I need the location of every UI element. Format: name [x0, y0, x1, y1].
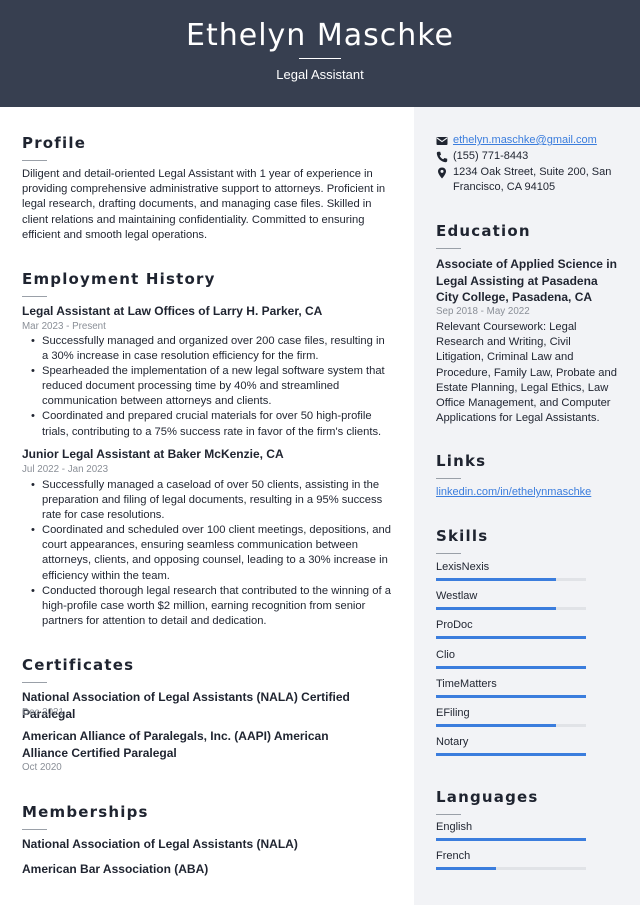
location-pin-icon	[438, 167, 446, 179]
candidate-job-title: Legal Assistant	[276, 67, 364, 82]
language-name: English	[436, 821, 473, 833]
profile-summary: Diligent and detail-oriented Legal Assis…	[22, 168, 386, 241]
linkedin-link[interactable]: linkedin.com/in/ethelynmaschke	[436, 486, 591, 498]
education-description: Relevant Coursework: Legal Research and …	[436, 321, 617, 425]
job-bullet: Coordinated and prepared crucial materia…	[31, 409, 392, 439]
job-dates: Jul 2022 - Jan 2023	[22, 464, 109, 475]
skill-name: LexisNexis	[436, 561, 490, 573]
job-bullet: Conducted thorough legal research that c…	[31, 584, 392, 629]
skill-level-bar-fill	[436, 724, 556, 727]
job-bullet: Successfully managed a caseload of over …	[31, 478, 392, 523]
employment-divider	[22, 296, 47, 297]
skill-level-bar-track	[436, 636, 586, 640]
profile-divider	[22, 160, 47, 161]
job-bullets: Successfully managed a caseload of over …	[31, 478, 392, 629]
resume-header: Ethelyn Maschke Legal Assistant	[0, 0, 640, 107]
skill-name: Notary	[436, 736, 469, 749]
language-name: French	[436, 850, 471, 863]
address: 1234 Oak Street, Suite 200, San Francisc…	[453, 166, 612, 193]
envelope-icon	[436, 137, 448, 145]
language-level-bar-track	[436, 867, 586, 871]
language-level-bar-fill	[436, 838, 586, 841]
languages-divider	[436, 814, 461, 815]
skill-level-bar-fill	[436, 753, 586, 757]
language-level-bar-track	[436, 838, 586, 841]
skill-level-bar-track	[436, 724, 586, 727]
membership-item: National Association of Legal Assistants…	[22, 837, 298, 851]
links-heading: Links	[436, 452, 487, 470]
certificate-title: National Association of Legal Assistants…	[22, 690, 350, 721]
language-level-bar-fill	[436, 867, 496, 871]
skill-level-bar-track	[436, 578, 586, 581]
profile-heading: Profile	[22, 134, 87, 152]
job-title: Junior Legal Assistant at Baker McKenzie…	[22, 447, 284, 461]
phone-number: (155) 771-8443	[453, 150, 529, 162]
education-dates: Sep 2018 - May 2022	[436, 306, 530, 317]
education-heading: Education	[436, 222, 531, 240]
certificate-date: Dec 2021	[22, 707, 64, 718]
job-dates: Mar 2023 - Present	[22, 321, 106, 332]
skill-name: TimeMatters	[436, 677, 497, 690]
certificate-date: Oct 2020	[22, 762, 62, 773]
skill-level-bar-fill	[436, 578, 556, 581]
phone-icon	[436, 151, 448, 163]
certificate-title: American Alliance of Paralegals, Inc. (A…	[22, 729, 329, 760]
email-link[interactable]: ethelyn.maschke@gmail.com	[453, 133, 623, 148]
links-divider	[436, 478, 461, 479]
education-degree: Associate of Applied Science in Legal As…	[436, 257, 617, 304]
skill-level-bar-track	[436, 665, 586, 669]
skill-level-bar-fill	[436, 607, 556, 611]
certificates-divider	[22, 682, 47, 683]
membership-item: American Bar Association (ABA)	[22, 862, 209, 876]
certificates-heading: Certificates	[22, 656, 135, 674]
job-bullet: Spearheaded the implementation of a new …	[31, 364, 392, 409]
education-divider	[436, 248, 461, 249]
skill-name: Clio	[436, 648, 455, 661]
employment-heading: Employment History	[22, 270, 216, 288]
skill-name: Westlaw	[436, 590, 478, 603]
languages-heading: Languages	[436, 788, 539, 806]
candidate-name: Ethelyn Maschke	[186, 18, 454, 53]
job-title: Legal Assistant at Law Offices of Larry …	[22, 304, 323, 318]
job-bullets: Successfully managed and organized over …	[31, 334, 392, 440]
skill-level-bar-track	[436, 607, 586, 611]
skill-level-bar-fill	[436, 694, 586, 698]
memberships-divider	[22, 829, 47, 830]
skill-name: EFiling	[436, 707, 470, 719]
header-divider	[299, 58, 341, 59]
skill-level-bar-fill	[436, 636, 586, 640]
skill-level-bar-fill	[436, 665, 586, 669]
skill-level-bar-track	[436, 694, 586, 698]
skills-divider	[436, 553, 461, 554]
skill-name: ProDoc	[436, 619, 473, 632]
skill-level-bar-track	[436, 753, 586, 757]
memberships-heading: Memberships	[22, 803, 149, 821]
skills-heading: Skills	[436, 527, 489, 545]
job-bullet: Successfully managed and organized over …	[31, 334, 392, 364]
job-bullet: Coordinated and scheduled over 100 clien…	[31, 523, 392, 583]
